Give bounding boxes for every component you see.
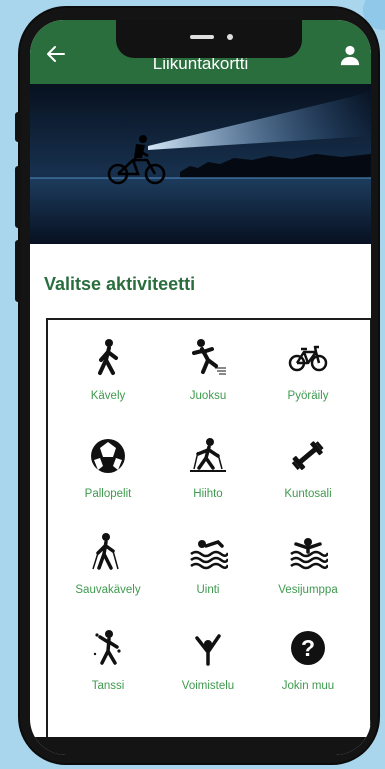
- activity-walking[interactable]: Kävely: [58, 338, 158, 402]
- activity-label: Pyöräily: [287, 390, 329, 402]
- phone-camera: [227, 34, 233, 40]
- activity-label: Voimistelu: [181, 680, 235, 692]
- activity-other[interactable]: ? Jokin muu: [258, 628, 358, 692]
- running-icon: [192, 339, 226, 375]
- phone-notch: [116, 20, 302, 58]
- gymnastics-icon: [195, 634, 221, 666]
- water-aerobics-icon: [290, 538, 328, 570]
- nordic-walking-icon: [92, 533, 119, 570]
- activity-swimming[interactable]: Uinti: [158, 532, 258, 596]
- phone-bottom-bezel: [30, 737, 371, 755]
- dumbbell-icon: [291, 441, 324, 470]
- skiing-icon: [190, 438, 226, 472]
- activity-label: Kävely: [90, 390, 126, 402]
- activity-gym[interactable]: Kuntosali: [258, 436, 358, 500]
- phone-side-button: [15, 112, 21, 142]
- phone-side-button: [15, 166, 21, 228]
- svg-text:?: ?: [301, 635, 315, 661]
- activity-label: Pallopelit: [84, 488, 132, 500]
- activity-running[interactable]: Juoksu: [158, 338, 258, 402]
- activity-gymnastics[interactable]: Voimistelu: [158, 628, 258, 692]
- activity-label: Jokin muu: [281, 680, 335, 692]
- dance-icon: [93, 630, 121, 665]
- walking-icon: [98, 339, 118, 375]
- question-mark-icon: ?: [291, 631, 325, 665]
- activity-cycling[interactable]: Pyöräily: [258, 338, 358, 402]
- swimming-icon: [190, 539, 228, 570]
- ball-games-icon: [91, 439, 125, 473]
- user-profile-icon[interactable]: [339, 44, 361, 66]
- phone-side-button: [15, 240, 21, 302]
- activity-label: Hiihto: [193, 488, 223, 500]
- hero-image-night-cyclist: [30, 84, 371, 244]
- phone-speaker: [190, 35, 214, 39]
- section-title: Valitse aktiviteetti: [44, 274, 196, 294]
- activity-ball-games[interactable]: Pallopelit: [58, 436, 158, 500]
- activity-skiing[interactable]: Hiihto: [158, 436, 258, 500]
- activity-label: Tanssi: [91, 680, 125, 692]
- app-screen: Liikuntakortti Valitse aktiviteetti Käve…: [30, 20, 371, 755]
- activity-label: Uinti: [196, 584, 220, 596]
- activity-grid: Kävely Juoksu Pyöräily Pallopelit Hiihto…: [46, 318, 371, 742]
- activity-label: Juoksu: [189, 390, 227, 402]
- activity-dance[interactable]: Tanssi: [58, 628, 158, 692]
- activity-label: Sauvakävely: [75, 584, 141, 596]
- activity-label: Kuntosali: [284, 488, 332, 500]
- activity-water-aerobics[interactable]: Vesijumppa: [258, 532, 358, 596]
- activity-nordic-walking[interactable]: Sauvakävely: [58, 532, 158, 596]
- bicycle-icon: [288, 345, 328, 372]
- activity-label: Vesijumppa: [278, 584, 338, 596]
